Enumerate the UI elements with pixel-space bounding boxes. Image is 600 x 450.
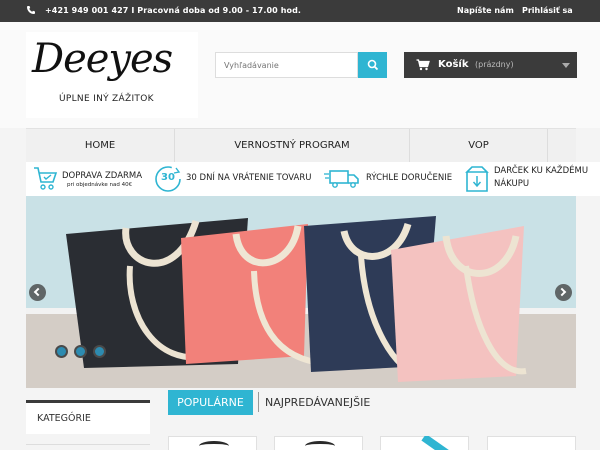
cart-status: (prázdny) [475,60,514,69]
login-link[interactable]: Prihlásiť sa [522,6,573,15]
main-nav: HOME VERNOSTNÝ PROGRAM VOP [26,128,576,163]
benefit-title: DOPRAVA ZDARMA [62,171,143,181]
logo[interactable]: Deeyes ÚPLNE INÝ ZÁŽITOK [26,32,198,118]
contact-info: +421 949 001 427 I Pracovná doba od 9.00… [45,6,302,15]
categories-title: KATEGÓRIE [37,413,91,424]
cart-delivery-icon [34,167,58,190]
benefit-title: RÝCHLE DORUČENIE [366,173,453,183]
benefit-subtitle: pri objednávke nad 40€ [67,182,133,188]
nav-item-home[interactable]: HOME [26,129,175,163]
divider [258,392,259,412]
product-card[interactable] [487,436,576,450]
logo-wordmark: Deeyes [32,36,173,82]
nav-item-vop[interactable]: VOP [410,129,548,163]
categories-block: KATEGÓRIE [26,400,150,434]
tab-best-sellers[interactable]: NAJPREDÁVANEJŠIE [265,390,370,415]
benefit-gift: DARČEK KU KAŽDÉMU NÁKUPU [464,162,600,196]
logo-tagline: ÚPLNE INÝ ZÁŽITOK [59,94,154,104]
slider-dot-3[interactable] [93,345,106,358]
benefits-strip: DOPRAVA ZDARMA pri objednávke nad 40€ 30… [26,162,600,196]
new-badge [420,436,460,450]
cart-button[interactable]: Košík (prázdny) [404,52,577,78]
product-card[interactable] [168,436,257,450]
search-icon [367,59,379,71]
top-bar: +421 949 001 427 I Pracovná doba od 9.00… [0,0,600,22]
chevron-down-icon [562,63,570,68]
slider-next-arrow-icon[interactable] [555,284,572,301]
benefit-returns: 30 30 DNÍ NA VRÁTENIE TOVARU [154,162,314,196]
slider-prev-arrow-icon[interactable] [29,284,46,301]
phone-icon [27,6,35,14]
product-card[interactable] [274,436,363,450]
benefit-title: 30 DNÍ NA VRÁTENIE TOVARU [186,173,312,183]
cart-icon [416,59,430,71]
benefit-fast-delivery: RÝCHLE DORUČENIE [324,162,454,196]
search-button[interactable] [358,52,387,78]
truck-icon [324,170,359,188]
benefit-title: DARČEK KU KAŽDÉMU [494,166,589,176]
product-image [305,441,335,450]
search-input[interactable] [215,52,358,78]
slider-dot-2[interactable] [74,345,87,358]
nav-item-loyalty-program[interactable]: VERNOSTNÝ PROGRAM [175,129,410,163]
gift-download-icon [465,166,489,192]
cart-label: Košík [438,59,469,70]
slide-image-bags [26,196,576,388]
benefit-title-line2: NÁKUPU [494,179,530,189]
contact-us-link[interactable]: Napíšte nám [457,6,514,15]
return-days-badge: 30 [161,172,175,183]
hero-slider[interactable] [26,196,576,388]
search-bar [215,52,387,78]
benefit-free-shipping: DOPRAVA ZDARMA pri objednávke nad 40€ [32,162,152,196]
tab-popular[interactable]: POPULÁRNE [168,390,253,415]
slider-dot-1[interactable] [55,345,68,358]
product-image [199,441,229,450]
header: Deeyes ÚPLNE INÝ ZÁŽITOK Košík (prázdny) [0,22,600,128]
divider [26,444,150,445]
